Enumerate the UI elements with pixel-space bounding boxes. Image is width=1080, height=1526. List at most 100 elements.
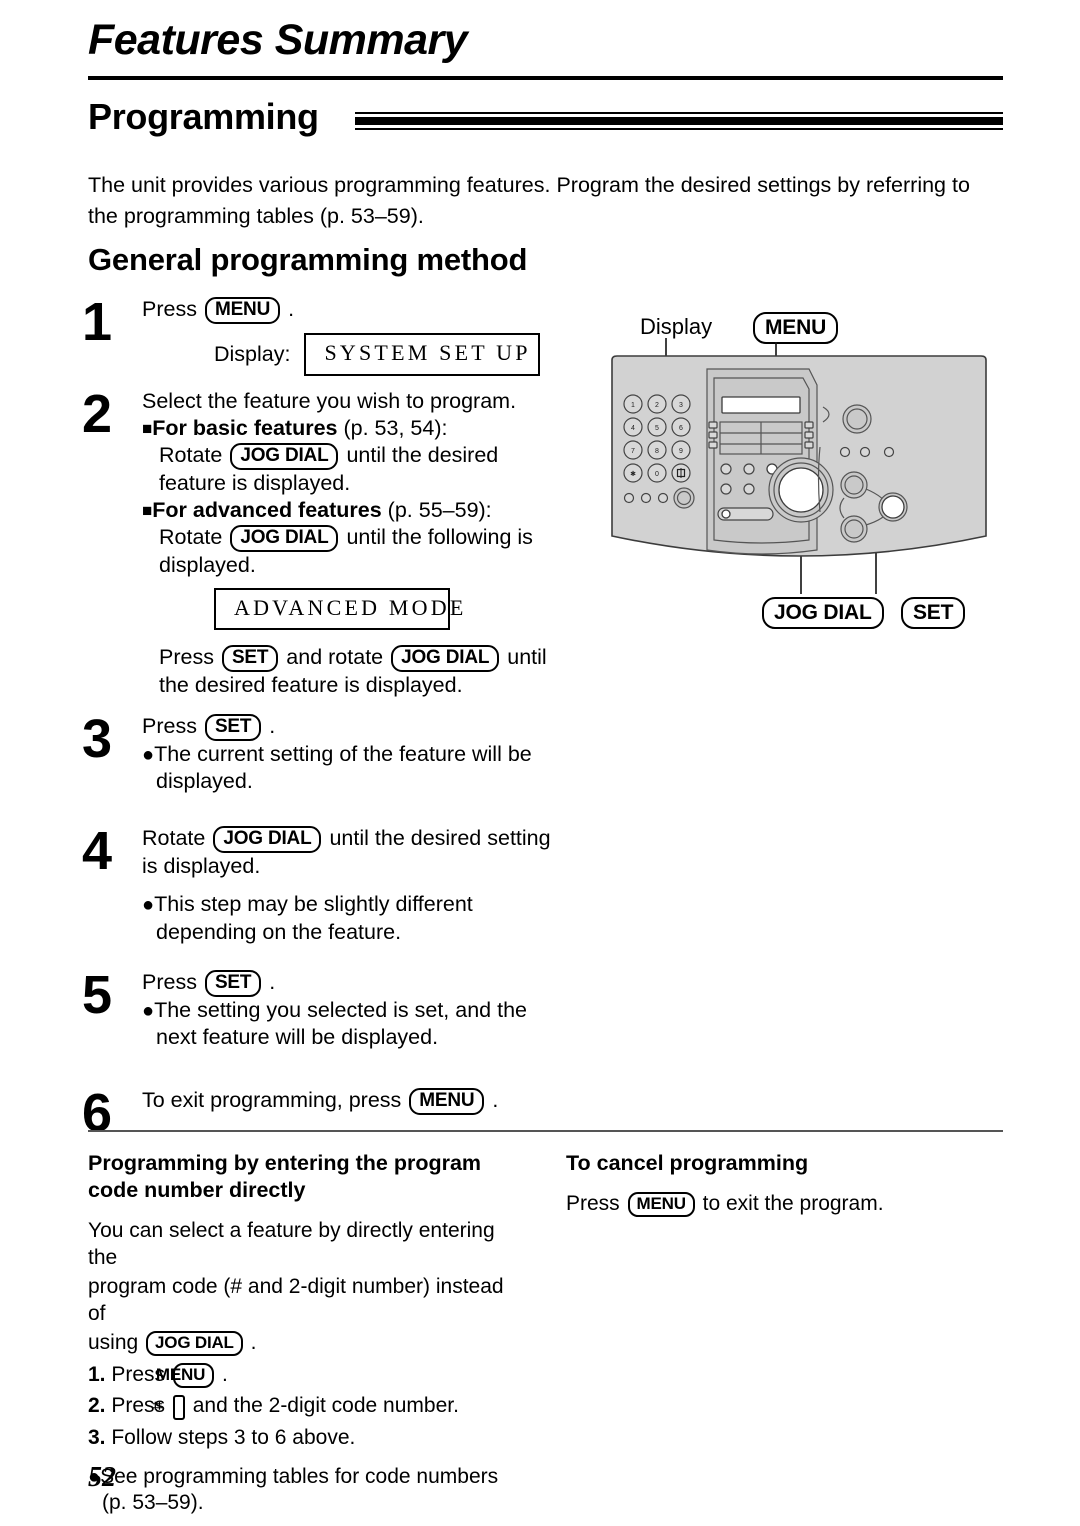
step-2-advanced-action: Rotate JOG DIAL until the following is	[142, 524, 582, 552]
cancel-programming-heading: To cancel programming	[566, 1151, 809, 1175]
jog-dial-key[interactable]: JOG DIAL	[230, 525, 339, 552]
advanced-rotate-text: Rotate	[159, 525, 223, 549]
svg-text:4: 4	[631, 425, 635, 432]
jog-dial-key[interactable]: JOG DIAL	[213, 825, 322, 853]
lcd-screen	[721, 396, 801, 414]
bullet-dot-icon: ●	[142, 743, 155, 766]
lcd-advanced-mode: ADVANCED MODE	[214, 587, 463, 630]
step-5-note: ●The setting you selected is set, and th…	[142, 997, 582, 1025]
step-2-advanced-cont: displayed.	[159, 553, 256, 577]
menu-key[interactable]: MENU	[409, 1087, 485, 1115]
section-title-decoration	[355, 112, 1003, 130]
direct-code-note-line1: See programming tables for code numbers	[100, 1464, 499, 1488]
basic-features-ref: (p. 53, 54):	[337, 415, 448, 440]
menu-key[interactable]: MENU	[204, 297, 281, 324]
svg-text:✱: ✱	[630, 470, 636, 478]
set-button	[881, 495, 905, 519]
jog-dial-knob	[778, 467, 824, 513]
jog-dial-key[interactable]: JOG DIAL	[391, 645, 500, 672]
svg-text:6: 6	[679, 425, 683, 432]
step-4-instruction: Rotate JOG DIAL until the desired settin…	[142, 825, 582, 853]
hash-key-icon[interactable]: ⌗	[153, 1395, 185, 1420]
page-number: 52	[88, 1462, 116, 1493]
step-6-instruction: To exit programming, press MENU .	[142, 1087, 582, 1115]
step-4-note-cont: depending on the feature.	[156, 919, 402, 944]
direct-code-para-line3: using JOG DIAL .	[88, 1330, 518, 1357]
set-key[interactable]: SET	[221, 645, 279, 672]
step-1-text-pre: Press	[142, 297, 197, 321]
set-key[interactable]: SET	[204, 713, 262, 741]
jog-dial-key[interactable]: JOG DIAL	[146, 1331, 243, 1356]
step-2-tail-cont: the desired feature is displayed.	[159, 673, 463, 697]
svg-text:3: 3	[679, 402, 683, 409]
step-5-instruction: Press SET .	[142, 969, 582, 997]
bottom-section-divider	[88, 1130, 1003, 1132]
using-text: using	[88, 1331, 139, 1354]
cancel-press-text: Press	[566, 1192, 620, 1215]
square-bullet-icon: ■	[142, 418, 153, 438]
bullet-dot-icon: ●	[142, 894, 155, 916]
step-number: 3	[82, 708, 113, 769]
direct-code-heading-line2: code number directly	[88, 1178, 306, 1202]
step-2: 2 Select the feature you wish to program…	[82, 387, 582, 699]
advanced-action-text: until the following is	[346, 525, 533, 549]
advanced-features-label: For advanced features	[152, 497, 382, 522]
menu-key[interactable]: MENU	[156, 1362, 215, 1388]
step-1-text-post: .	[288, 297, 295, 321]
svg-text:9: 9	[679, 448, 683, 455]
tail-press-text: Press	[159, 645, 214, 669]
lcd-system-set-up: SYSTEM SET UP	[304, 333, 541, 376]
svg-text:0: 0	[655, 471, 659, 478]
direct-code-item-3: 3. Follow steps 3 to 6 above.	[88, 1425, 518, 1452]
step-2-basic-action: Rotate JOG DIAL until the desired	[142, 442, 582, 470]
bottom-left-column: Programming by entering the program code…	[88, 1150, 518, 1517]
chapter-title: Features Summary	[88, 16, 468, 64]
step-3-note: ●The current setting of the feature will…	[142, 741, 582, 769]
set-key[interactable]: SET	[204, 969, 262, 997]
fax-machine-diagram: Display MENU JOG DIAL SET .pn { fill:#d2…	[604, 312, 1004, 632]
step-2-display-row: ADVANCED MODE	[142, 587, 582, 630]
item-3-text: Follow steps 3 to 6 above.	[111, 1426, 356, 1449]
intro-paragraph: The unit provides various programming fe…	[88, 173, 970, 228]
steps-list: 1 Press MENU . Display: SYSTEM SET UP 2 …	[82, 295, 582, 1157]
bullet-dot-icon: ●	[142, 999, 155, 1022]
svg-text:5: 5	[655, 425, 659, 432]
step-3-note-text: The current setting of the feature will …	[154, 741, 532, 766]
menu-key[interactable]: MENU	[627, 1192, 695, 1217]
step-1-instruction: Press MENU .	[142, 296, 582, 324]
item-2-text: and the 2-digit code number.	[192, 1394, 459, 1417]
chapter-rule	[88, 76, 1003, 80]
square-bullet-icon: ■	[142, 500, 153, 520]
step-4-line2: is displayed.	[142, 853, 261, 878]
tail-until-text: until	[507, 645, 547, 669]
step-1-display-row: Display: SYSTEM SET UP	[142, 333, 582, 376]
step-2-basic-cont: feature is displayed.	[159, 471, 351, 495]
svg-text:2: 2	[655, 402, 659, 409]
step-5-note-cont: next feature will be displayed.	[156, 1025, 439, 1049]
step-3-instruction: Press SET .	[142, 713, 582, 741]
item-2-number: 2.	[88, 1394, 106, 1417]
section-title: Programming	[88, 96, 319, 137]
using-period: .	[250, 1331, 257, 1354]
step-4-until-text: until the desired setting	[329, 825, 551, 850]
step-1: 1 Press MENU . Display: SYSTEM SET UP	[82, 295, 582, 388]
step-3-period: .	[269, 713, 276, 738]
step-2-advanced-heading: ■For advanced features (p. 55–59):	[142, 497, 582, 525]
direct-code-para-line1: You can select a feature by directly ent…	[88, 1219, 495, 1269]
step-3-note-cont: displayed.	[156, 769, 253, 793]
step-4-note-text: This step may be slightly different	[154, 892, 473, 916]
step-5-press-text: Press	[142, 969, 197, 994]
jog-dial-key[interactable]: JOG DIAL	[230, 443, 339, 470]
step-5-period: .	[269, 969, 276, 994]
step-6-period: .	[492, 1087, 499, 1112]
subsection-title: General programming method	[88, 242, 528, 277]
step-5-note-text: The setting you selected is set, and the	[154, 997, 527, 1022]
item-3-number: 3.	[88, 1426, 106, 1449]
bottom-right-column: To cancel programming Press MENU to exit…	[566, 1150, 996, 1221]
direct-code-item-2: 2. Press ⌗ and the 2-digit code number.	[88, 1393, 518, 1420]
cancel-programming-para: Press MENU to exit the program.	[566, 1191, 996, 1218]
direct-code-para-line2: program code (# and 2-digit number) inst…	[88, 1275, 504, 1325]
step-number: 5	[82, 964, 113, 1025]
svg-text:1: 1	[631, 402, 635, 409]
step-4: 4 Rotate JOG DIAL until the desired sett…	[82, 824, 582, 953]
